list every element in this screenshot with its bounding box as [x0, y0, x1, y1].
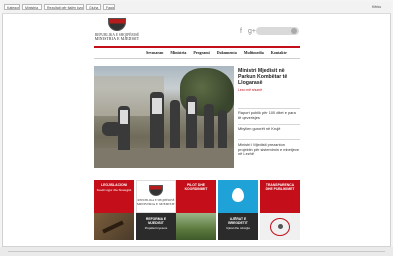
gavel-icon [102, 220, 124, 234]
logo-ministry-text: MINISTRIA E MJEDISIT [94, 37, 140, 41]
featured-article: Ministri Mjedisit në Parkun Kombëtar të … [238, 68, 302, 92]
tile-pilot[interactable]: PILOT DHE KOORDINIMIT [176, 180, 216, 213]
nav-divider [94, 58, 300, 59]
browser-toolbar: Kategoria Ministria Rezultati për fjalën… [2, 2, 391, 14]
toolbar-dropdown-ministry[interactable]: Ministria [22, 4, 42, 10]
google-plus-icon[interactable]: g+ [248, 28, 256, 35]
tile-logo-ministry: MINISTRIA E MJEDISIT [137, 202, 175, 206]
toolbar-page[interactable]: Faqja [103, 4, 115, 10]
tile-pilot-title: PILOT DHE KOORDINIMIT [184, 183, 208, 191]
tile-legislation[interactable]: LEGJISLACIONI Kuadri Ligjor dhe Strategj… [94, 180, 134, 213]
nav-item-programi[interactable]: Programi [193, 49, 209, 57]
tile-water-title: UJËRAT E BREGDETIT [228, 217, 248, 225]
tile-reform[interactable]: REFORMA E MJEDISIT Projektet kryesore [136, 213, 176, 240]
toolbar-language[interactable]: Gjuha [86, 4, 101, 10]
tile-reform-sub: Projektet kryesore [144, 226, 168, 230]
toolbar-search-button[interactable]: Kërko [370, 4, 388, 10]
toolbar-search-field[interactable]: Rezultati për fjalën kyçe [44, 4, 84, 10]
tile-transparency-title: TRANSPARENCA DHE PUBLIKIMET [265, 183, 295, 191]
tile-legislation-title: LEGJISLACIONI [101, 183, 127, 187]
tile-network-graphic[interactable] [260, 213, 300, 240]
coat-of-arms-icon [149, 185, 163, 196]
news-divider [238, 108, 300, 109]
browser-scrollbar[interactable] [8, 251, 385, 252]
news-item[interactable]: Mbyllen gurorët në Krujë [238, 126, 300, 132]
news-item[interactable]: Ministri i Mjedisit prezanton projektin … [238, 142, 300, 157]
nav-item-sevmaran[interactable]: Sevmaran [146, 49, 163, 57]
main-nav: Sevmaran Ministria Programi Dokumenta Mu… [146, 49, 287, 57]
nav-item-multimedia[interactable]: Multimedia [244, 49, 264, 57]
nav-item-dokumenta[interactable]: Dokumenta [217, 49, 237, 57]
featured-article-title[interactable]: Ministri Mjedisit në Parkun Kombëtar të … [238, 68, 302, 86]
nav-item-kontakte[interactable]: Kontakte [271, 49, 287, 57]
header-accent-rule [94, 46, 300, 48]
coat-of-arms-icon [108, 18, 126, 31]
site-logo[interactable]: REPUBLIKA E SHQIPËRISË MINISTRIA E MJEDI… [92, 18, 142, 44]
tile-reform-title: REFORMA E MJEDISIT [145, 217, 167, 225]
tile-coast-water[interactable]: UJËRAT E BREGDETIT Ujërat dhe mbrojtja [218, 213, 258, 240]
tile-photo-nature[interactable] [176, 213, 216, 240]
tile-transparency[interactable]: TRANSPARENCA DHE PUBLIKIMET [260, 180, 300, 213]
tile-water[interactable] [218, 180, 258, 213]
toolbar-dropdown-category[interactable]: Kategoria [4, 4, 20, 10]
nav-item-ministria[interactable]: Ministria [170, 49, 186, 57]
facebook-icon[interactable]: f [240, 28, 242, 35]
tile-ministry-logo[interactable]: REPUBLIKA E SHQIPËRISË MINISTRIA E MJEDI… [136, 180, 176, 213]
search-icon[interactable] [291, 28, 297, 34]
news-item[interactable]: Raport publik për 100 ditet e para të qe… [238, 110, 300, 120]
news-divider [238, 124, 300, 125]
featured-photo[interactable] [94, 66, 234, 168]
tile-legislation-sub: Kuadri Ligjor dhe Strategjitë [96, 188, 132, 192]
site-search-input[interactable] [256, 27, 299, 35]
water-drop-icon [232, 188, 244, 202]
tile-photo-gavel[interactable] [94, 213, 134, 240]
read-more-link[interactable]: Lexo më shumë [238, 88, 302, 92]
tile-water-sub: Ujërat dhe mbrojtja [226, 226, 250, 230]
news-divider [238, 139, 300, 140]
